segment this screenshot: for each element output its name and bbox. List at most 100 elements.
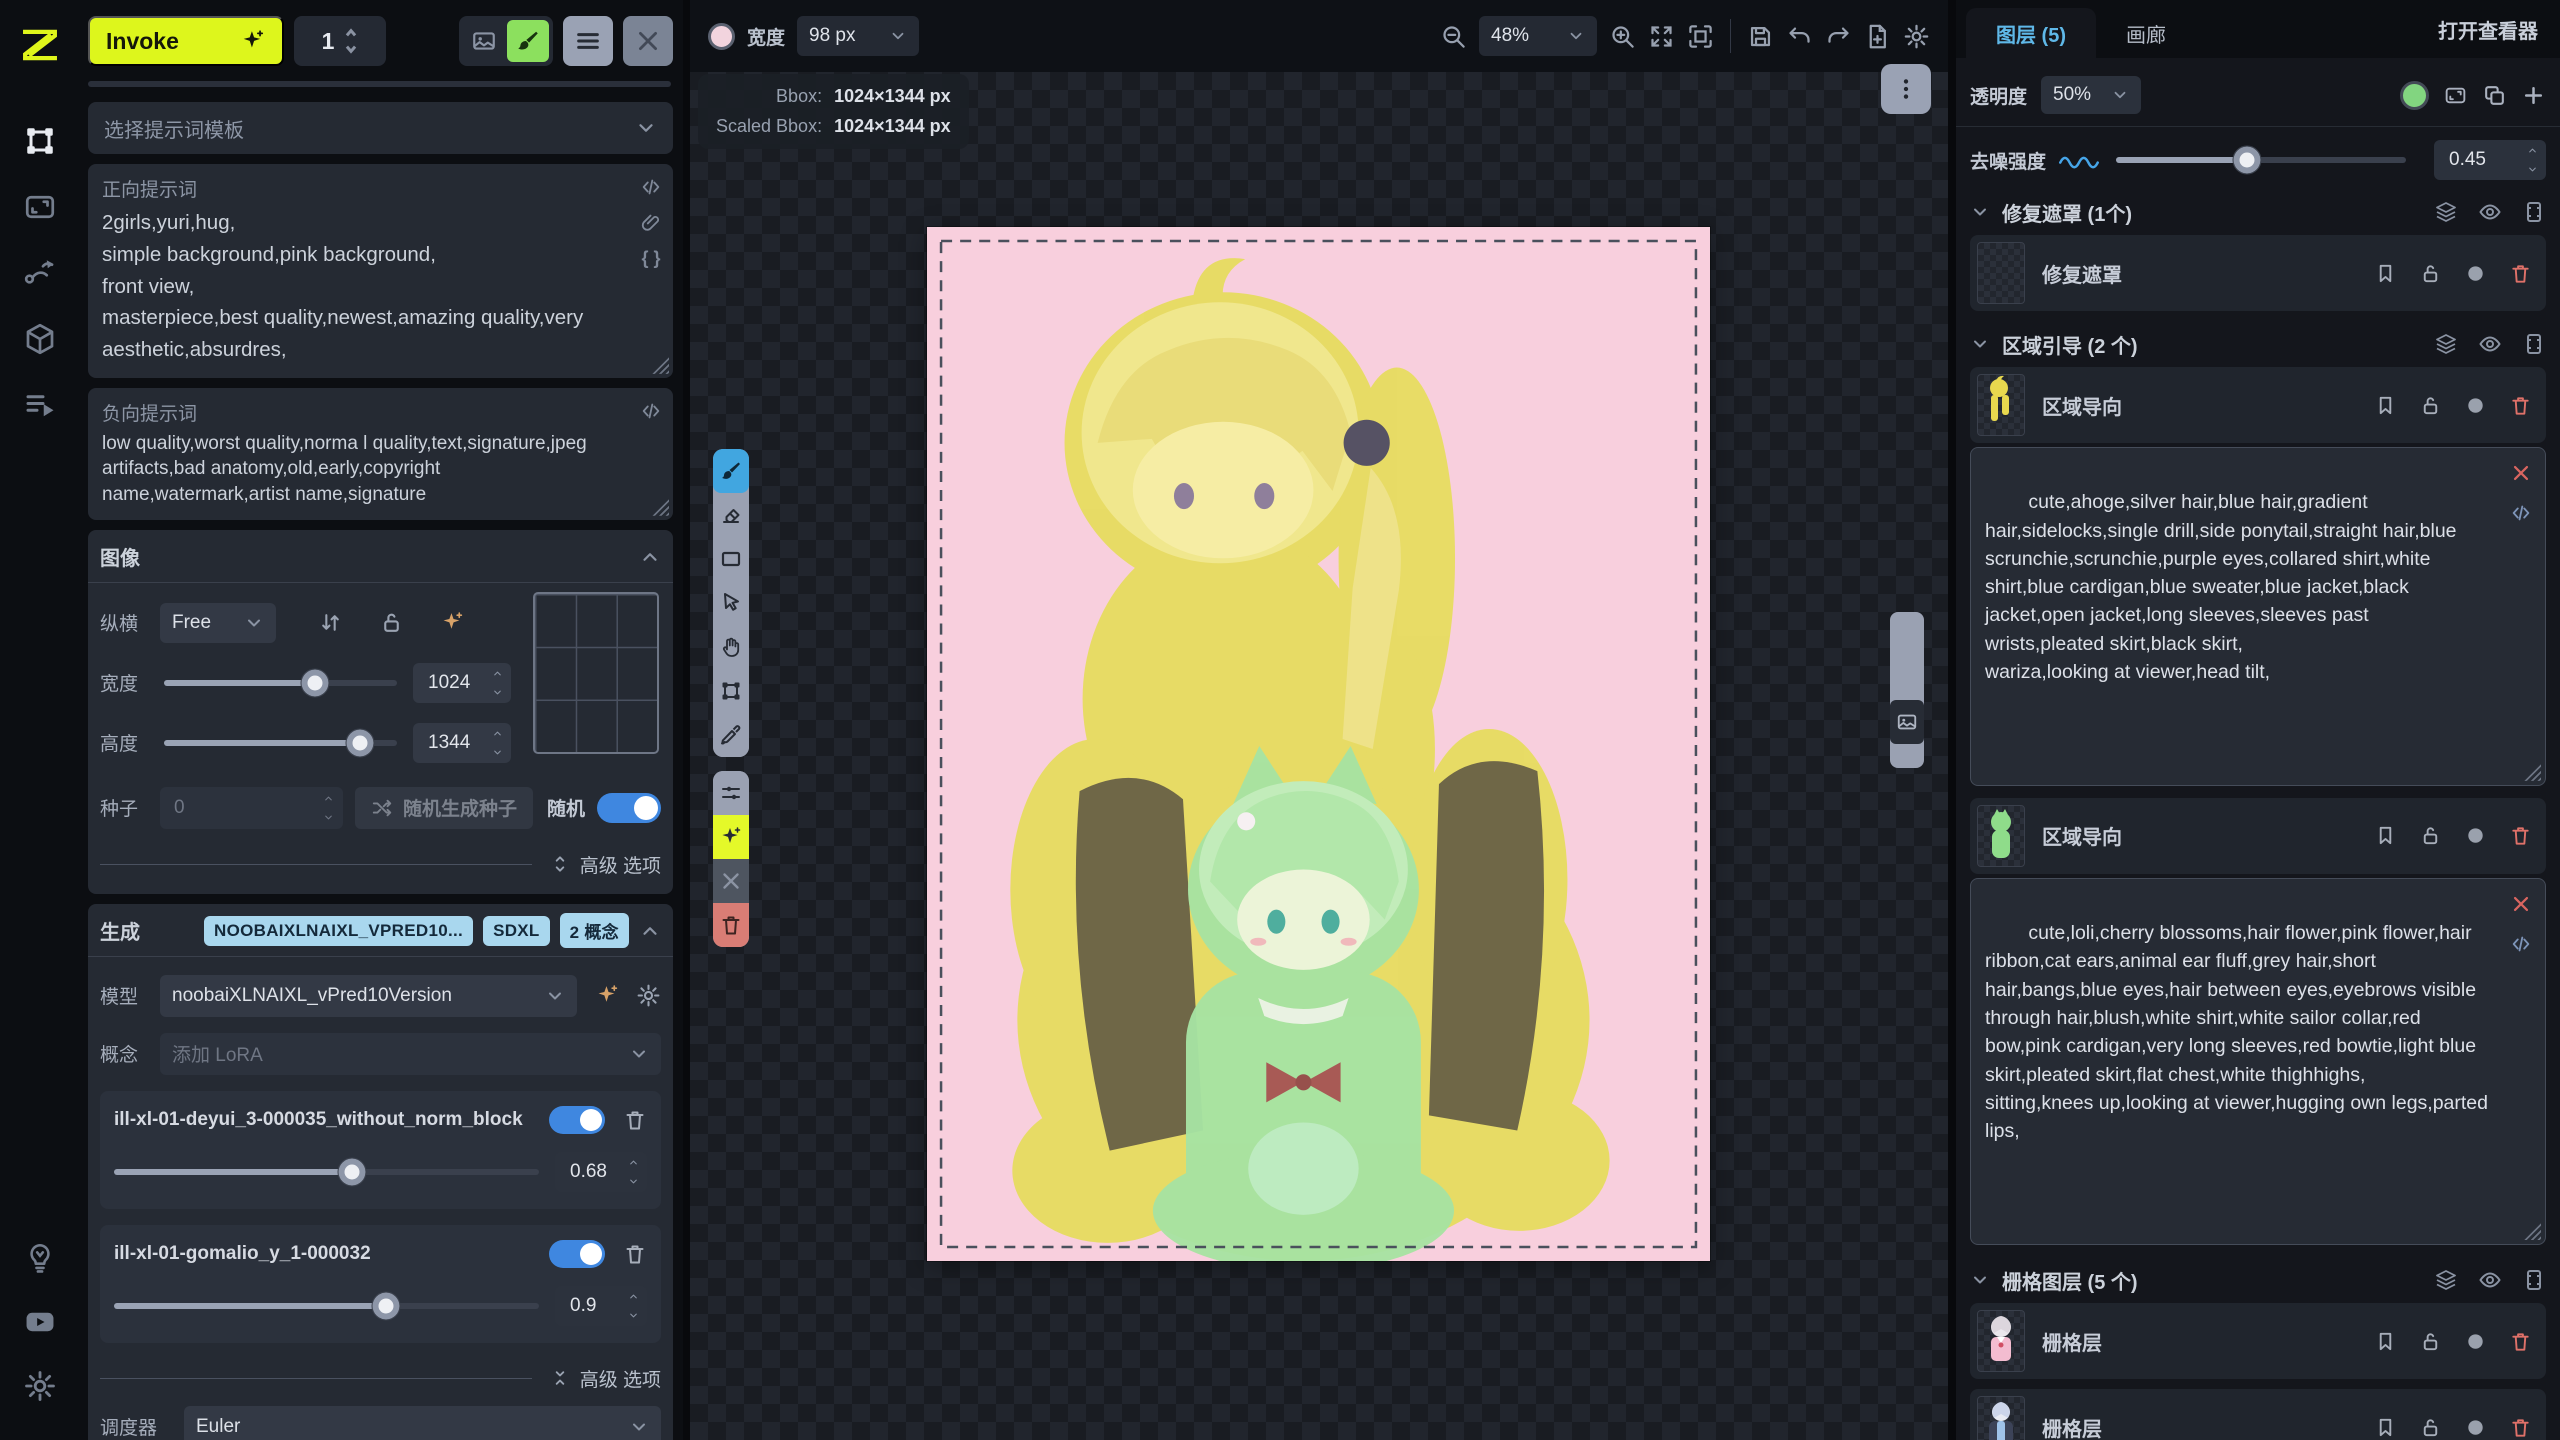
fit-to-view-icon[interactable] <box>1648 23 1675 50</box>
expand-advanced-icon[interactable] <box>550 854 570 874</box>
regional-guidance-section-header[interactable]: 区域引导 (2 个) <box>1970 321 2546 367</box>
merge-layers-icon[interactable] <box>2434 1268 2458 1292</box>
model-select[interactable]: noobaiXLNAIXL_vPred10Version <box>160 975 577 1017</box>
chevron-down-icon[interactable] <box>1970 202 1990 222</box>
visibility-icon[interactable] <box>2478 200 2502 224</box>
brush-color-swatch[interactable] <box>708 23 735 50</box>
lora2-weight-slider[interactable] <box>114 1303 539 1309</box>
invoke-button[interactable]: Invoke <box>88 16 284 66</box>
collapse-advanced-icon[interactable] <box>550 1368 570 1388</box>
settings-icon[interactable] <box>23 1369 57 1403</box>
code-icon[interactable] <box>2510 933 2532 955</box>
prompt-template-select[interactable]: 选择提示词模板 <box>88 102 673 154</box>
denoise-slider[interactable] <box>2116 157 2406 163</box>
width-slider[interactable] <box>164 680 397 686</box>
delete-layer-button[interactable] <box>713 903 749 947</box>
bbox-tool[interactable] <box>713 669 749 713</box>
bookmark-icon[interactable] <box>2374 824 2397 847</box>
chevron-down-icon[interactable] <box>1970 334 1990 354</box>
positive-prompt-box[interactable]: 正向提示词 2girls,yuri,hug, simple background… <box>88 164 673 378</box>
optimize-size-icon[interactable] <box>440 610 465 635</box>
frame-icon[interactable] <box>2522 1268 2546 1292</box>
lock-icon[interactable] <box>2419 1330 2442 1353</box>
seed-input[interactable]: 0 <box>160 787 343 829</box>
positive-prompt-text[interactable]: 2girls,yuri,hug, simple background,pink … <box>102 207 627 366</box>
canvas-settings-icon[interactable] <box>1903 23 1930 50</box>
canvas-menu-button[interactable] <box>1881 64 1931 114</box>
inpaint-mask-section-header[interactable]: 修复遮罩 (1个) <box>1970 189 2546 235</box>
raster-layers-section-header[interactable]: 栅格图层 (5 个) <box>1970 1257 2546 1303</box>
filter-tool[interactable] <box>713 771 749 815</box>
height-input[interactable]: 1344 <box>413 723 511 763</box>
tab-canvas[interactable] <box>22 123 58 159</box>
new-session-icon[interactable] <box>1864 23 1891 50</box>
resize-grip-icon[interactable] <box>2524 764 2541 781</box>
random-seed-toggle[interactable] <box>597 793 661 823</box>
session-menu-button[interactable] <box>563 16 613 66</box>
aspect-select[interactable]: Free <box>160 603 276 643</box>
invoke-region-button[interactable] <box>713 815 749 859</box>
tab-queue[interactable] <box>22 387 58 423</box>
enabled-dot-icon[interactable] <box>2464 1416 2487 1439</box>
code-icon[interactable] <box>640 176 662 198</box>
panel-resize-handle[interactable] <box>1890 612 1924 768</box>
visibility-icon[interactable] <box>2478 1268 2502 1292</box>
lora2-weight-input[interactable]: 0.9 <box>555 1286 647 1326</box>
tab-workflows[interactable] <box>22 255 58 291</box>
panel-divider[interactable] <box>1948 0 1956 1440</box>
fit-layer-icon[interactable] <box>2443 83 2468 108</box>
code-icon[interactable] <box>2510 502 2532 524</box>
chevron-down-icon[interactable] <box>1970 1270 1990 1290</box>
save-canvas-icon[interactable] <box>1747 23 1774 50</box>
enabled-dot-icon[interactable] <box>2464 1330 2487 1353</box>
open-viewer-link[interactable]: 打开查看器 <box>2438 15 2550 58</box>
lora2-toggle[interactable] <box>549 1240 605 1268</box>
model-sparkle-icon[interactable] <box>595 983 620 1008</box>
delete-layer-icon[interactable] <box>2509 262 2532 285</box>
undo-icon[interactable] <box>1786 23 1813 50</box>
frame-icon[interactable] <box>2522 200 2546 224</box>
negative-prompt-box[interactable]: 负向提示词 low quality,worst quality,norma l … <box>88 388 673 520</box>
lock-icon[interactable] <box>2419 824 2442 847</box>
tab-models[interactable] <box>22 321 58 357</box>
visibility-icon[interactable] <box>2478 332 2502 356</box>
move-tool[interactable] <box>713 581 749 625</box>
resize-grip-icon[interactable] <box>652 357 669 374</box>
merge-layers-icon[interactable] <box>2434 332 2458 356</box>
zoom-out-icon[interactable] <box>1440 23 1467 50</box>
denoise-input[interactable]: 0.45 <box>2434 140 2546 180</box>
scheduler-select[interactable]: Euler <box>184 1406 661 1440</box>
tab-upscale[interactable] <box>22 189 58 225</box>
eraser-tool[interactable] <box>713 493 749 537</box>
color-picker-tool[interactable] <box>713 713 749 757</box>
lock-aspect-icon[interactable] <box>379 610 404 635</box>
enabled-dot-icon[interactable] <box>2464 262 2487 285</box>
clear-session-button[interactable] <box>623 16 673 66</box>
bookmark-icon[interactable] <box>2374 1330 2397 1353</box>
lora2-delete-icon[interactable] <box>623 1242 647 1266</box>
resize-grip-icon[interactable] <box>2524 1223 2541 1240</box>
frame-icon[interactable] <box>2522 332 2546 356</box>
tab-layers[interactable]: 图层 (5) <box>1966 8 2096 58</box>
random-seed-button[interactable]: 随机生成种子 <box>355 787 533 829</box>
enabled-dot-icon[interactable] <box>2464 824 2487 847</box>
height-slider[interactable] <box>164 740 397 746</box>
delete-layer-icon[interactable] <box>2509 1416 2532 1439</box>
lock-icon[interactable] <box>2419 394 2442 417</box>
lora1-delete-icon[interactable] <box>623 1108 647 1132</box>
negative-prompt-text[interactable]: low quality,worst quality,norma l qualit… <box>102 431 627 508</box>
lock-icon[interactable] <box>2419 1416 2442 1439</box>
braces-icon[interactable]: { } <box>641 248 660 269</box>
help-icon[interactable] <box>23 1241 57 1275</box>
width-input[interactable]: 1024 <box>413 663 511 703</box>
queue-count-arrows[interactable] <box>344 28 358 54</box>
raster-layer-row-1[interactable]: 栅格层 <box>1970 1303 2546 1379</box>
tab-gallery[interactable]: 画廊 <box>2096 8 2196 58</box>
image-mode-button[interactable] <box>463 20 505 62</box>
delete-layer-icon[interactable] <box>2509 824 2532 847</box>
add-layer-icon[interactable] <box>2521 83 2546 108</box>
resize-grip-icon[interactable] <box>652 499 669 516</box>
bookmark-icon[interactable] <box>2374 394 2397 417</box>
chevron-up-icon[interactable] <box>639 920 661 942</box>
advanced-options-label[interactable]: 高级 选项 <box>580 851 661 878</box>
